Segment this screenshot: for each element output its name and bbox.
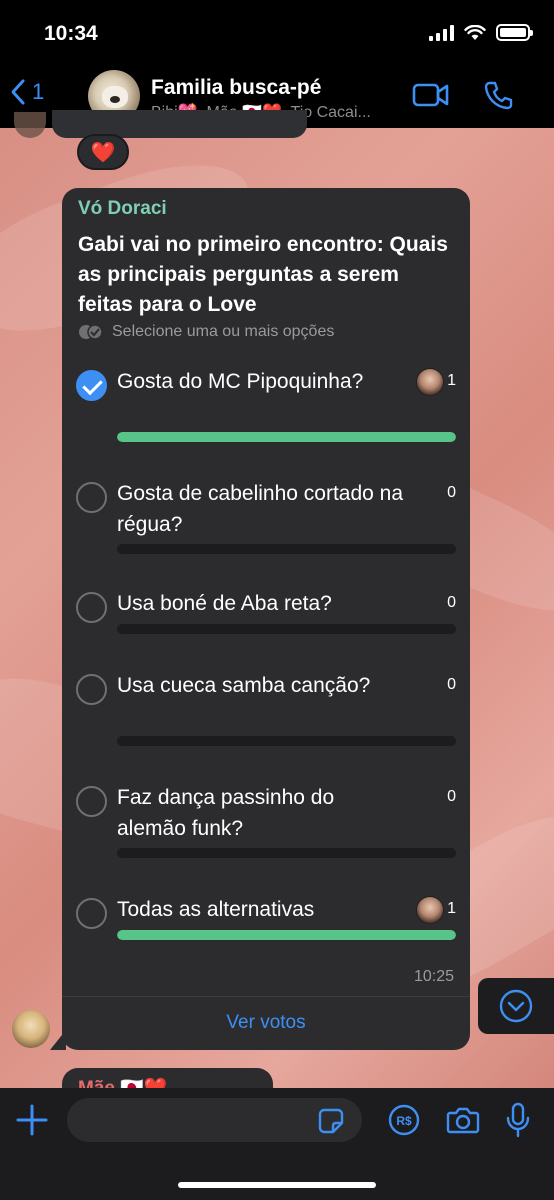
poll-progress-bar xyxy=(117,930,456,940)
group-name[interactable]: Familia busca-pé xyxy=(151,76,321,100)
heart-reaction[interactable]: ❤️ xyxy=(77,134,129,170)
checked-circle-icon[interactable] xyxy=(76,370,107,401)
poll-progress-bar xyxy=(117,432,456,442)
poll-sender-name[interactable]: Vó Doraci xyxy=(78,198,167,220)
status-icons xyxy=(429,24,533,41)
message-composer: R$ xyxy=(0,1088,554,1200)
status-time: 10:34 xyxy=(44,22,98,45)
camera-button[interactable] xyxy=(446,1106,480,1139)
poll-progress-bar xyxy=(117,736,456,746)
poll-option-label: Gosta de cabelinho cortado na régua? xyxy=(117,482,404,536)
voter-avatar xyxy=(416,368,444,396)
view-votes-button[interactable]: Ver votos xyxy=(62,996,470,1050)
poll-progress-bar xyxy=(117,848,456,858)
microphone-button[interactable] xyxy=(505,1102,531,1143)
poll-option-votes: 0 xyxy=(447,484,456,501)
poll-hint-text: Selecione uma ou mais opções xyxy=(112,323,335,340)
back-button[interactable]: 1 xyxy=(10,78,44,106)
sticker-icon xyxy=(318,1108,344,1134)
sticker-button[interactable] xyxy=(318,1108,344,1139)
plus-icon xyxy=(16,1104,48,1136)
poll-option-votes: 0 xyxy=(447,594,456,611)
poll-option-votes: 1 xyxy=(447,372,456,389)
attach-button[interactable] xyxy=(14,1102,50,1143)
poll-option-votes: 0 xyxy=(447,676,456,693)
empty-circle-icon[interactable] xyxy=(76,898,107,929)
poll-option-votes: 1 xyxy=(447,900,456,917)
unread-count: 1 xyxy=(32,79,45,104)
chevron-left-icon xyxy=(11,79,25,105)
poll-message-bubble: Vó Doraci Gabi vai no primeiro encontro:… xyxy=(62,188,470,1050)
poll-option-label: Usa cueca samba canção? xyxy=(117,674,371,697)
poll-progress-fill xyxy=(117,930,456,940)
microphone-icon xyxy=(506,1102,530,1138)
message-timestamp: 10:25 xyxy=(413,968,454,985)
poll-question: Gabi vai no primeiro encontro: Quais as … xyxy=(78,233,448,316)
scroll-to-bottom-button[interactable] xyxy=(478,978,554,1034)
poll-progress-bar xyxy=(117,544,456,554)
poll-hint: Selecione uma ou mais opções xyxy=(78,323,334,341)
payment-button[interactable]: R$ xyxy=(388,1104,420,1141)
payment-icon: R$ xyxy=(388,1104,420,1136)
cellular-signal-icon xyxy=(429,24,454,41)
poll-option-label: Usa boné de Aba reta? xyxy=(117,592,332,615)
svg-text:R$: R$ xyxy=(396,1114,412,1128)
voice-call-button[interactable] xyxy=(484,80,514,115)
empty-circle-icon[interactable] xyxy=(76,786,107,817)
double-check-icon xyxy=(79,324,103,340)
camera-icon xyxy=(446,1107,480,1134)
wifi-icon xyxy=(464,24,486,40)
status-bar: 10:34 xyxy=(0,0,554,70)
poll-progress-bar xyxy=(117,624,456,634)
home-indicator xyxy=(178,1182,376,1188)
poll-option-label: Faz dança passinho do alemão funk? xyxy=(117,786,335,840)
voter-avatar xyxy=(416,896,444,924)
chevron-down-circle-icon xyxy=(499,989,533,1023)
poll-option-label: Todas as alternativas xyxy=(117,898,315,921)
empty-circle-icon[interactable] xyxy=(76,592,107,623)
phone-icon xyxy=(484,81,513,110)
video-camera-icon xyxy=(412,83,449,107)
poll-sender-avatar[interactable] xyxy=(12,1010,50,1048)
poll-option-votes: 0 xyxy=(447,788,456,805)
battery-icon xyxy=(496,24,533,41)
video-call-button[interactable] xyxy=(412,82,450,113)
poll-option-label: Gosta do MC Pipoquinha? xyxy=(117,370,364,393)
empty-circle-icon[interactable] xyxy=(76,674,107,705)
empty-circle-icon[interactable] xyxy=(76,482,107,513)
poll-progress-fill xyxy=(117,432,456,442)
